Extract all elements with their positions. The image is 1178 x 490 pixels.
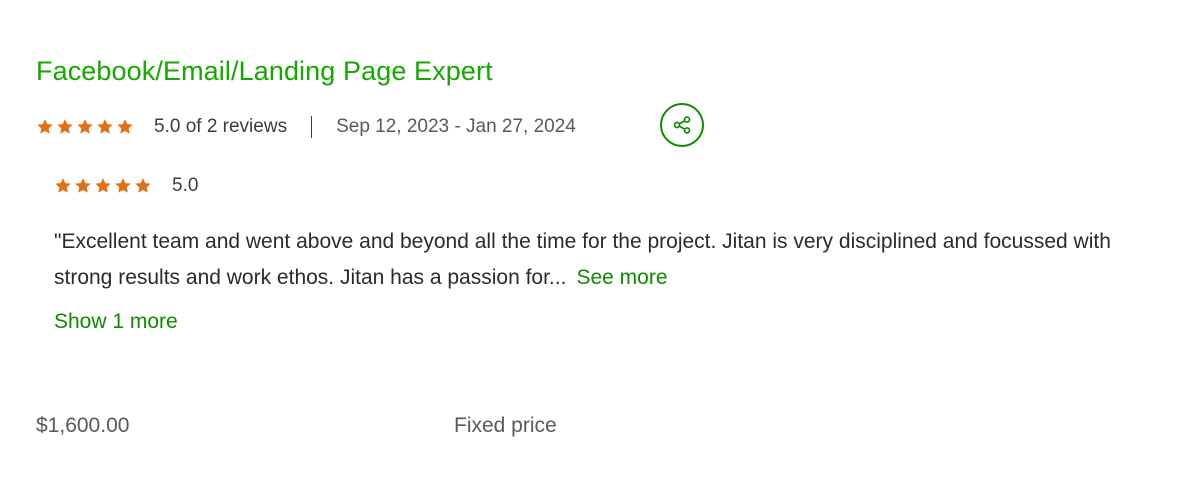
see-more-link[interactable]: See more: [576, 266, 667, 289]
date-range: Sep 12, 2023 - Jan 27, 2024: [336, 116, 576, 137]
star-icon: [134, 177, 152, 195]
price-amount: $1,600.00: [36, 414, 130, 437]
star-icon: [74, 177, 92, 195]
star-icon: [94, 177, 112, 195]
share-icon: [672, 115, 692, 135]
work-history-card: Facebook/Email/Landing Page Expert 5.0 o…: [0, 0, 1178, 490]
star-icon: [116, 118, 134, 136]
share-button[interactable]: [660, 103, 704, 147]
star-icon: [114, 177, 132, 195]
star-icon: [76, 118, 94, 136]
star-icon: [56, 118, 74, 136]
job-title-link[interactable]: Facebook/Email/Landing Page Expert: [36, 56, 493, 87]
review-star-rating: [54, 177, 152, 195]
star-icon: [36, 118, 54, 136]
star-icon: [54, 177, 72, 195]
price-type: Fixed price: [454, 414, 557, 437]
meta-divider: [311, 116, 313, 138]
star-icon: [96, 118, 114, 136]
review-rating-row: 5.0: [54, 172, 198, 200]
overall-rating-text: 5.0 of 2 reviews: [154, 116, 288, 137]
overall-star-rating: [36, 118, 134, 136]
show-more-link[interactable]: Show 1 more: [54, 310, 178, 334]
review-score: 5.0: [172, 175, 199, 196]
review-text: "Excellent team and went above and beyon…: [54, 224, 1154, 296]
job-meta-row: 5.0 of 2 reviews Sep 12, 2023 - Jan 27, …: [36, 112, 576, 142]
